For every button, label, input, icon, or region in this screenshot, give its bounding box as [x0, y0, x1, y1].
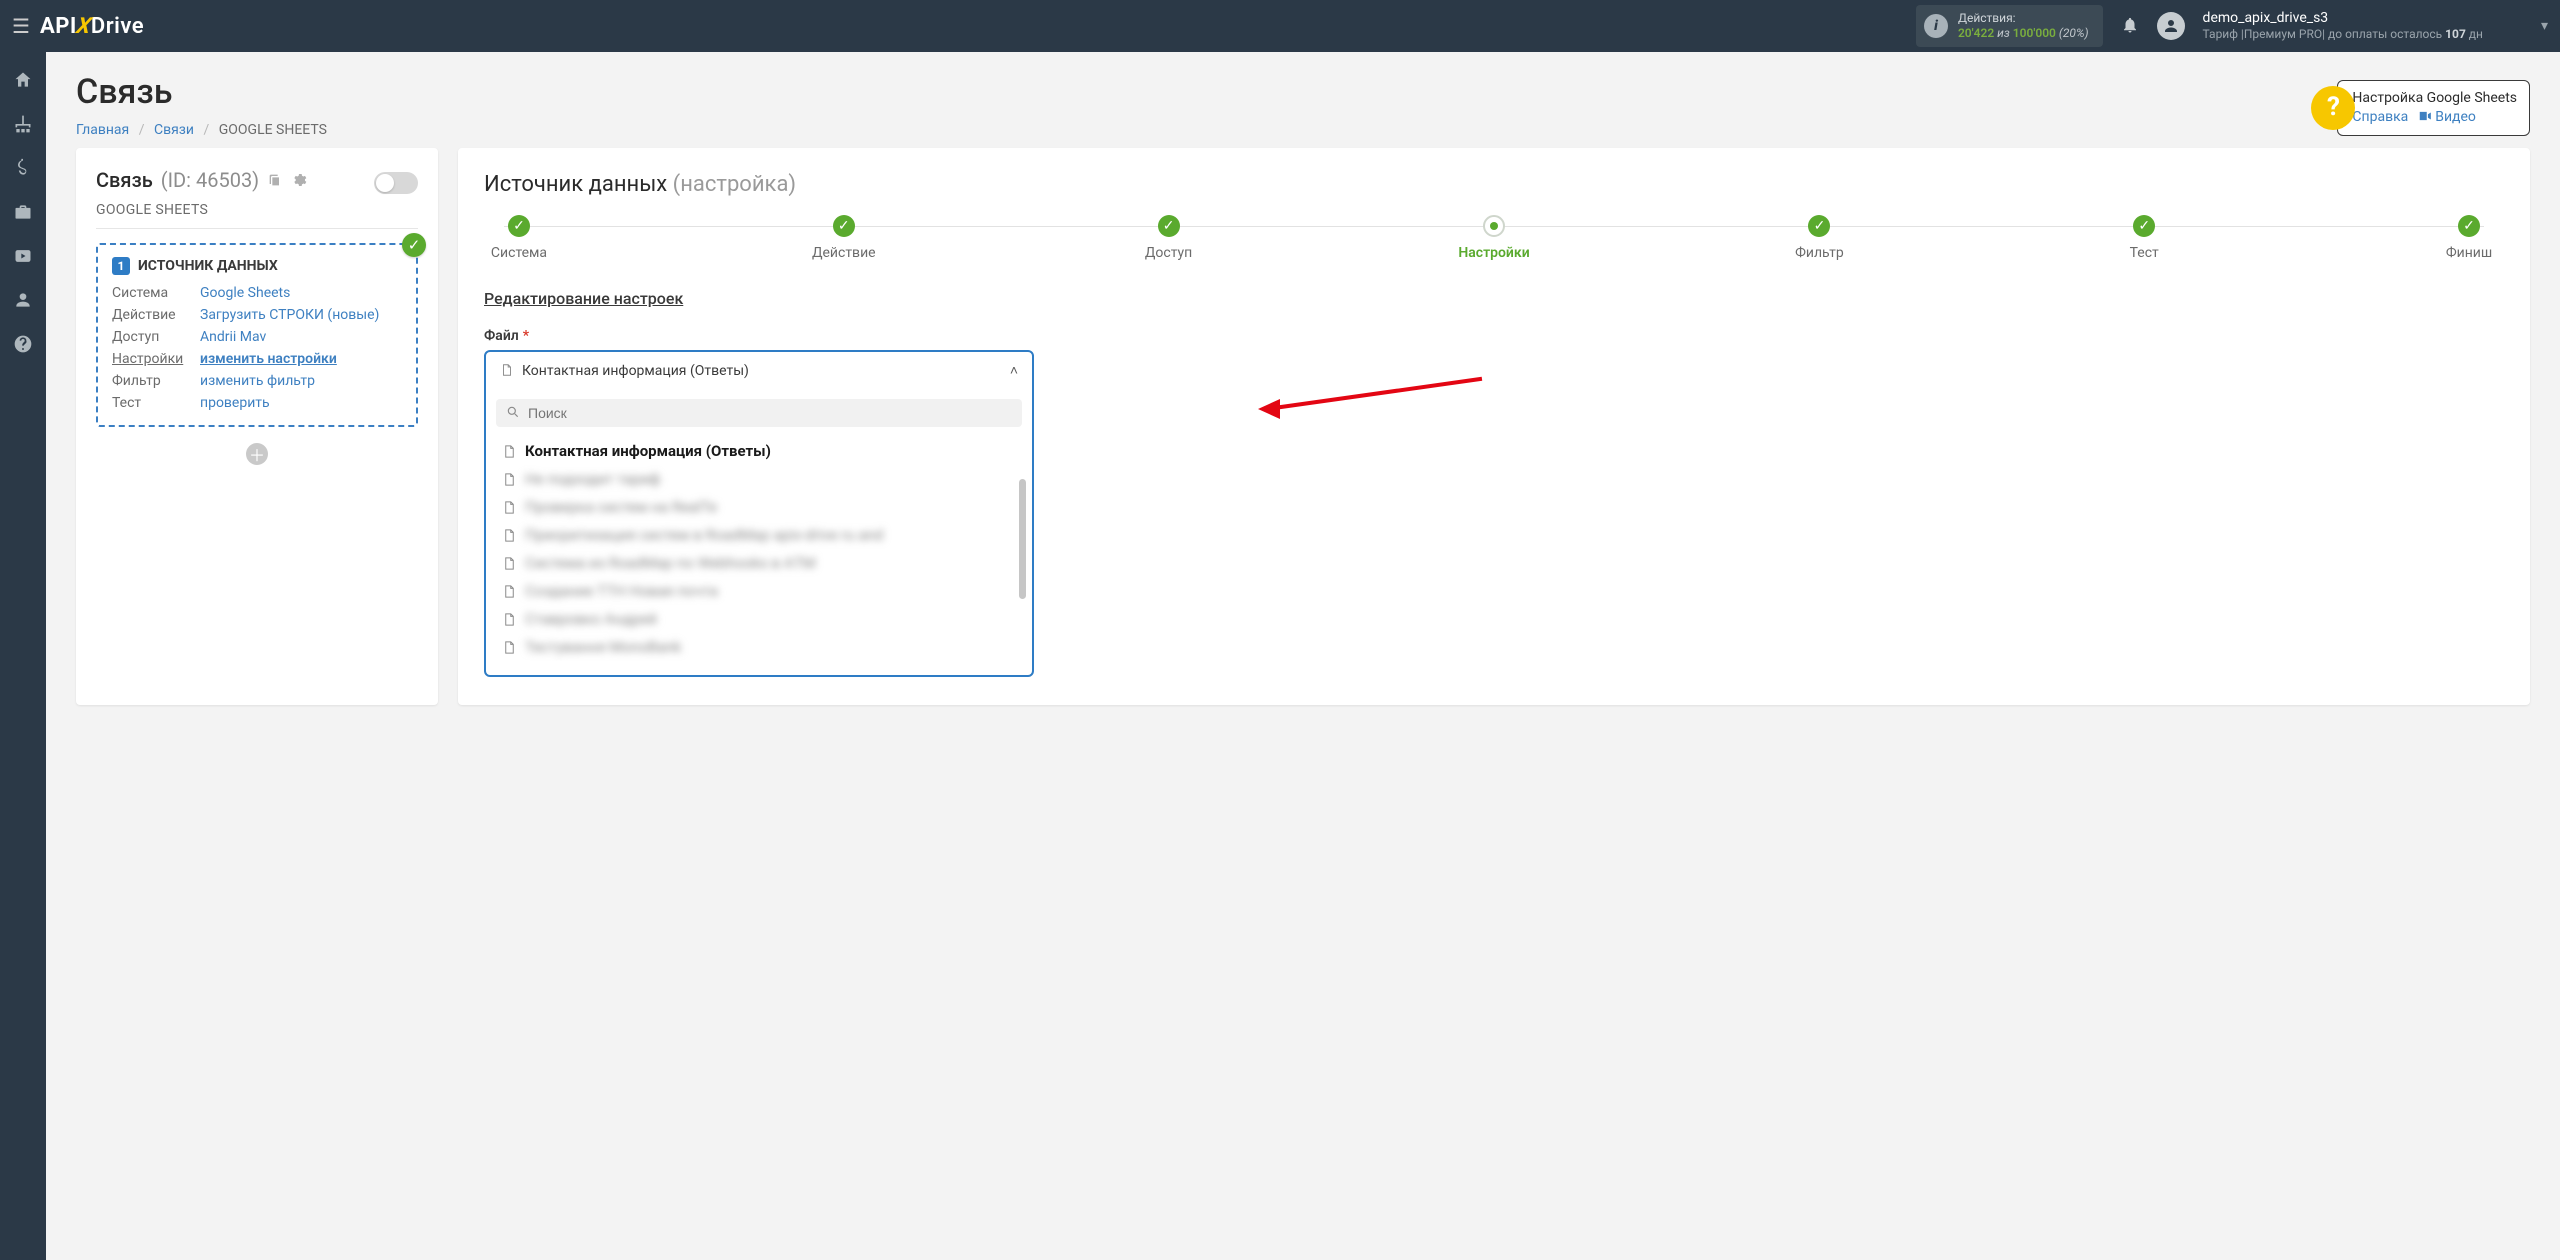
v-filter[interactable]: изменить фильтр: [200, 373, 315, 389]
k-system: Система: [112, 285, 200, 301]
bc-current: GOOGLE SHEETS: [219, 122, 327, 138]
bc-home[interactable]: Главная: [76, 122, 129, 138]
step-system[interactable]: ✓Система: [484, 215, 554, 261]
file-icon: [500, 363, 514, 379]
video-icon[interactable]: Видео: [2418, 109, 2476, 125]
list-item[interactable]: Не подходит тариф: [496, 465, 1022, 493]
step-access[interactable]: ✓Доступ: [1134, 215, 1204, 261]
conn-id: (ID: 46503): [161, 168, 259, 192]
days-left: 107: [2445, 27, 2466, 41]
list-item[interactable]: Тестування MonoBank: [496, 633, 1022, 661]
actions-mid: из: [1997, 26, 2010, 40]
actions-label: Действия:: [1958, 11, 2089, 26]
list-item[interactable]: Создание ТТН Новая почта: [496, 577, 1022, 605]
conn-label: Связь: [96, 168, 153, 192]
logo[interactable]: APIXDrive: [40, 14, 144, 39]
info-icon: i: [1924, 14, 1948, 38]
k-filter: Фильтр: [112, 373, 200, 389]
check-icon: ✓: [402, 233, 426, 257]
home-icon[interactable]: [13, 70, 33, 90]
bell-icon[interactable]: [2121, 16, 2139, 37]
search-box[interactable]: [496, 399, 1022, 427]
chevron-down-icon[interactable]: ▾: [2541, 18, 2548, 34]
user-name: demo_apix_drive_s3: [2203, 9, 2483, 27]
v-settings[interactable]: изменить настройки: [200, 351, 337, 367]
hamburger-icon[interactable]: ☰: [12, 14, 30, 38]
dollar-icon[interactable]: [13, 158, 33, 178]
help-ref-link[interactable]: Справка: [2352, 109, 2408, 125]
v-action[interactable]: Загрузить СТРОКИ (новые): [200, 307, 379, 323]
user-block[interactable]: demo_apix_drive_s3 Тариф |Премиум PRO| д…: [2203, 9, 2483, 43]
source-box: ✓ 1 ИСТОЧНИК ДАННЫХ Система Google Sheet…: [96, 243, 418, 427]
file-label: Файл*: [484, 328, 2504, 344]
list-item[interactable]: Приоритизация систем в RoadMap apix-driv…: [496, 521, 1022, 549]
list-item[interactable]: Контактная информация (Ответы): [496, 437, 1022, 465]
connection-card: Связь (ID: 46503) GOOGLE SHEETS ✓ 1 ИСТО: [76, 148, 438, 705]
system-name: GOOGLE SHEETS: [96, 202, 418, 229]
briefcase-icon[interactable]: [13, 202, 33, 222]
file-dropdown: Контактная информация (Ответы) Не подход…: [486, 389, 1032, 675]
actions-quota[interactable]: i Действия: 20'422 из 100'000 (20%): [1916, 5, 2103, 47]
enabled-toggle[interactable]: [374, 172, 418, 194]
v-test[interactable]: проверить: [200, 395, 270, 411]
step-action[interactable]: ✓Действие: [809, 215, 879, 261]
chevron-up-icon: ˄: [1010, 362, 1018, 379]
breadcrumb: Главная / Связи / GOOGLE SHEETS: [76, 122, 2530, 138]
help-title: Настройка Google Sheets: [2352, 89, 2517, 108]
v-system[interactable]: Google Sheets: [200, 285, 290, 301]
search-icon: [506, 405, 520, 421]
file-selected: Контактная информация (Ответы): [522, 363, 1002, 379]
step-test[interactable]: ✓Тест: [2109, 215, 2179, 261]
help-video: Видео: [2435, 109, 2476, 125]
file-select[interactable]: Контактная информация (Ответы) ˄ Контакт…: [484, 350, 1034, 677]
days-unit: дн: [2466, 27, 2483, 41]
step-1-badge: 1: [112, 257, 130, 275]
copy-icon[interactable]: [267, 171, 283, 190]
help-box: ? Настройка Google Sheets Справка Видео: [2337, 80, 2530, 136]
tariff-text: Тариф |Премиум PRO| до оплаты осталось: [2203, 27, 2446, 41]
gear-icon[interactable]: [291, 171, 307, 190]
help-question-icon[interactable]: ?: [2314, 89, 2352, 127]
edit-settings-label: Редактирование настроек: [484, 289, 2504, 308]
k-settings: Настройки: [112, 351, 200, 367]
avatar-icon[interactable]: [2157, 12, 2185, 40]
list-item[interactable]: Система из RoadMap по Webhooks в AТМ: [496, 549, 1022, 577]
step-finish[interactable]: ✓Финиш: [2434, 215, 2504, 261]
actions-total: 100'000: [2013, 26, 2056, 40]
actions-used: 20'422: [1958, 26, 1994, 40]
page-title: Связь: [76, 72, 2530, 112]
left-nav: [0, 52, 46, 1260]
topbar: ☰ APIXDrive i Действия: 20'422 из 100'00…: [0, 0, 2560, 52]
search-input[interactable]: [528, 405, 1012, 421]
user-icon[interactable]: [13, 290, 33, 310]
source-box-title: 1 ИСТОЧНИК ДАННЫХ: [112, 257, 402, 275]
settings-card: Источник данных (настройка) ✓Система ✓Де…: [458, 148, 2530, 705]
list-item[interactable]: Проверка систем на RealTe: [496, 493, 1022, 521]
step-filter[interactable]: ✓Фильтр: [1784, 215, 1854, 261]
step-settings[interactable]: Настройки: [1458, 215, 1529, 261]
sitemap-icon[interactable]: [13, 114, 33, 134]
k-access: Доступ: [112, 329, 200, 345]
add-button[interactable]: ＋: [246, 443, 268, 465]
bc-links[interactable]: Связи: [154, 122, 194, 138]
scrollbar[interactable]: [1019, 479, 1026, 599]
help-icon[interactable]: [13, 334, 33, 354]
k-test: Тест: [112, 395, 200, 411]
k-action: Действие: [112, 307, 200, 323]
youtube-icon[interactable]: [13, 246, 33, 266]
v-access[interactable]: Andrii Mav: [200, 329, 266, 345]
src-title: Источник данных (настройка): [484, 172, 2504, 197]
list-item[interactable]: Ставровко Андрей: [496, 605, 1022, 633]
actions-pct: (20%): [2059, 26, 2089, 40]
wizard-steps: ✓Система ✓Действие ✓Доступ Настройки ✓Фи…: [484, 215, 2504, 261]
